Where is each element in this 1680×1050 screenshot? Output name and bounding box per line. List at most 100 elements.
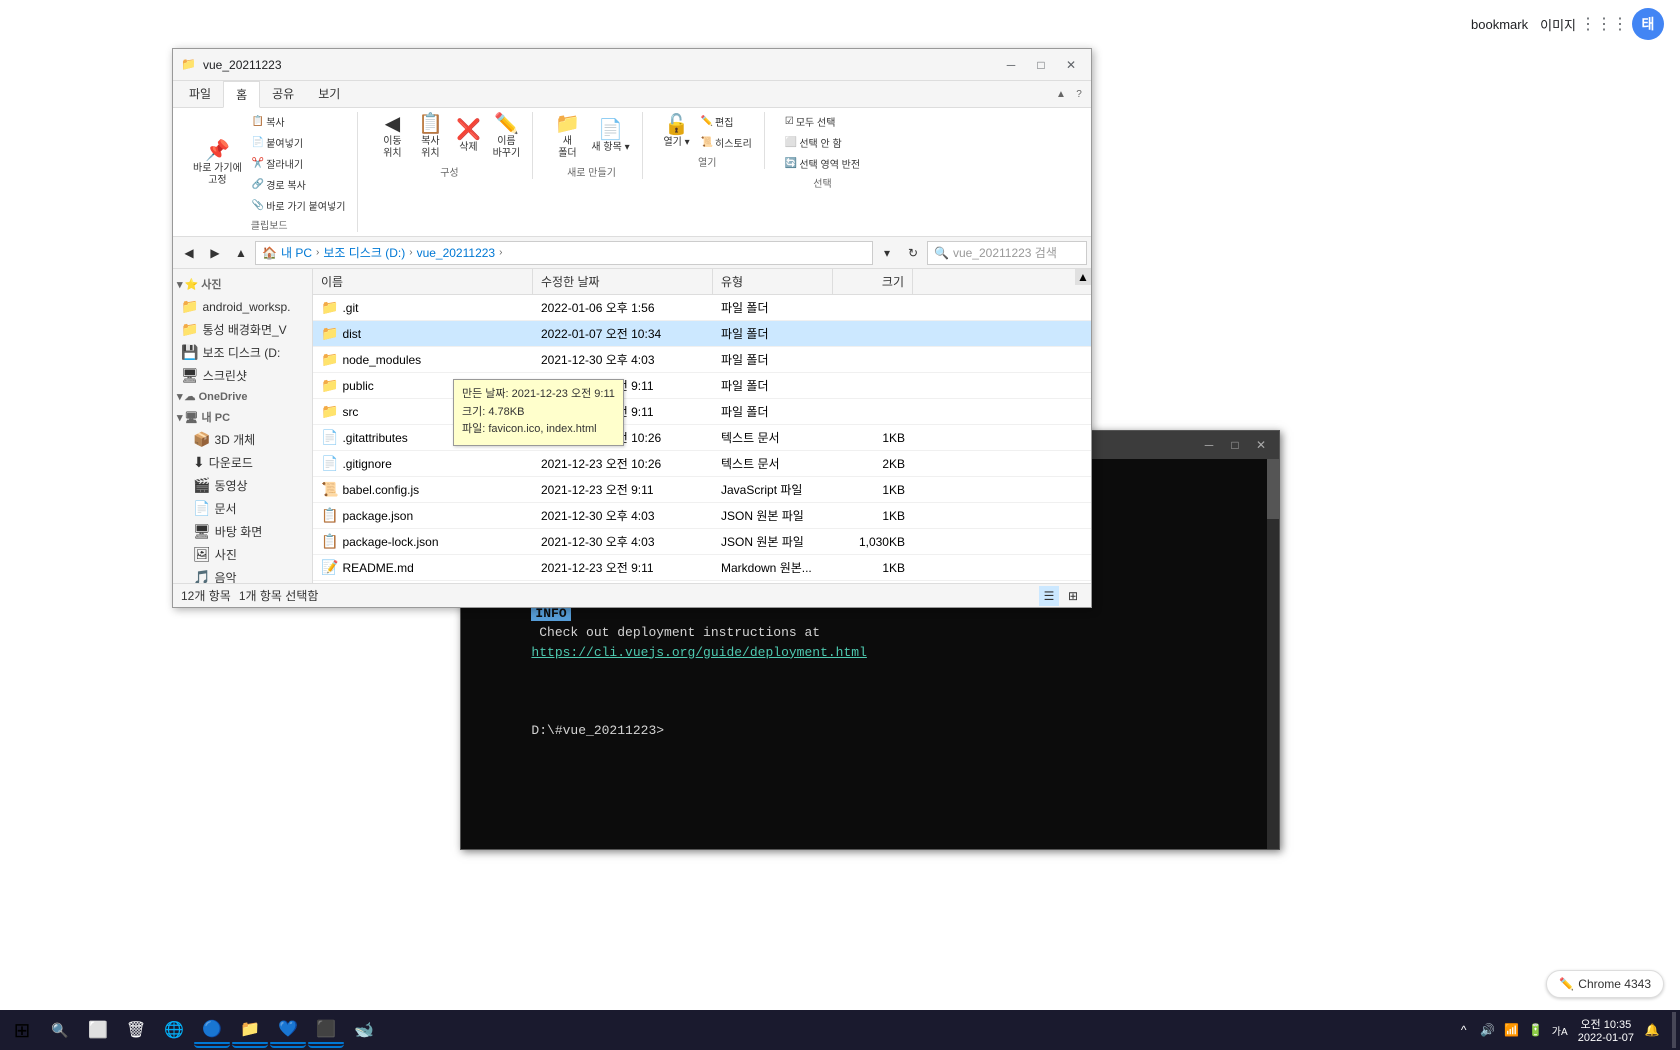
taskbar-notifications-icon[interactable]: 🔔 [1642, 1020, 1662, 1040]
file-row-git[interactable]: 📁 .git 2022-01-06 오후 1:56 파일 폴더 [313, 295, 1091, 321]
taskbar-taskview-button[interactable]: ⬜ [80, 1012, 116, 1048]
images-link[interactable]: 이미지 [1540, 15, 1576, 34]
sidebar-item-tongsungbg[interactable]: 📁 통성 배경화면_V [173, 318, 312, 341]
tray-battery-icon[interactable]: 🔋 [1526, 1020, 1546, 1040]
taskbar-docker-button[interactable]: 🐋 [346, 1012, 382, 1048]
fe-back-button[interactable]: ◀ [177, 241, 201, 265]
sidebar-item-videos[interactable]: 🎬 동영상 [173, 474, 312, 497]
col-header-size[interactable]: 크기 [833, 269, 913, 294]
file-row-gitignore[interactable]: 📄 .gitignore 2021-12-23 오전 10:26 텍스트 문서 … [313, 451, 1091, 477]
taskbar-vscode-button[interactable]: 💙 [270, 1012, 306, 1048]
col-header-name[interactable]: 이름 [313, 269, 533, 294]
terminal-maximize-button[interactable]: □ [1225, 435, 1245, 455]
terminal-scrollbar-thumb[interactable] [1267, 459, 1279, 519]
ribbon-btn-invertselect[interactable]: 🔄 선택 영역 반전 [781, 154, 864, 173]
taskbar-explorer-button[interactable]: 📁 [232, 1012, 268, 1048]
fe-maximize-button[interactable]: □ [1029, 53, 1053, 77]
fe-minimize-button[interactable]: ─ [999, 53, 1023, 77]
fe-ribbon-tab-file[interactable]: 파일 [177, 81, 223, 107]
sidebar-quickaccess-header[interactable]: ▾ ⭐ 사진 [173, 273, 312, 295]
taskbar-terminal-button[interactable]: ⬛ [308, 1012, 344, 1048]
terminal-close-button[interactable]: ✕ [1251, 435, 1271, 455]
tray-network-icon[interactable]: 📶 [1502, 1020, 1522, 1040]
sidebar-item-documents[interactable]: 📄 문서 [173, 497, 312, 520]
ribbon-btn-rename[interactable]: ✏️ 이름바꾸기 [488, 112, 524, 162]
taskbar-start-button[interactable]: ⊞ [4, 1012, 40, 1048]
sidebar-onedrive-header[interactable]: ▾ ☁ OneDrive [173, 387, 312, 406]
ribbon-btn-selectnone[interactable]: ⬜ 선택 안 함 [781, 133, 864, 152]
taskbar-search-button[interactable]: 🔍 [42, 1012, 78, 1048]
file-row-src[interactable]: 📁 src 2021-12-23 오전 9:11 파일 폴더 [313, 399, 1091, 425]
file-row-packagelockjson[interactable]: 📋 package-lock.json 2021-12-30 오후 4:03 J… [313, 529, 1091, 555]
sidebar-item-music[interactable]: 🎵 음악 [173, 566, 312, 583]
fe-up-button[interactable]: ▲ [229, 241, 253, 265]
file-row-readme[interactable]: 📝 README.md 2021-12-23 오전 9:11 Markdown … [313, 555, 1091, 581]
ribbon-btn-open[interactable]: 🔓 열기 ▾ [659, 113, 695, 151]
ribbon-btn-pasteshortcut[interactable]: 📎 바로 가기 붙여넣기 [248, 196, 350, 215]
taskbar-show-desktop-button[interactable] [1672, 1012, 1676, 1048]
file-row-gitattributes[interactable]: 📄 .gitattributes 2021-12-23 오전 10:26 텍스트… [313, 425, 1091, 451]
ribbon-btn-selectall[interactable]: ☑ 모두 선택 [781, 112, 864, 131]
ribbon-btn-copytoloc[interactable]: 📋 복사위치 [412, 112, 448, 162]
fe-view-details-button[interactable]: ☰ [1039, 586, 1059, 606]
sidebar-thispc-header[interactable]: ▾ 🖥 내 PC [173, 406, 312, 428]
ribbon-btn-copypath[interactable]: 🔗 경로 복사 [248, 175, 350, 194]
ribbon-btn-move[interactable]: ◀ 이동위치 [374, 112, 410, 162]
taskbar-recycle-button[interactable]: 🗑 [118, 1012, 154, 1048]
sidebar-item-auxdisk[interactable]: 💾 보조 디스크 (D: [173, 341, 312, 364]
newitem-icon: 📄 [598, 120, 623, 140]
ribbon-btn-delete[interactable]: ❌ 삭제 [450, 118, 486, 156]
sidebar-item-photos[interactable]: 🖼 사진 [173, 543, 312, 566]
tray-keyboard-icon[interactable]: 가A [1550, 1020, 1570, 1040]
fe-refresh-button[interactable]: ↻ [901, 241, 925, 265]
ribbon-btn-edit[interactable]: ✏️ 편집 [697, 112, 756, 131]
fe-path-folder[interactable]: vue_20211223 [417, 246, 496, 260]
file-row-nodemodules[interactable]: 📁 node_modules 2021-12-30 오후 4:03 파일 폴더 [313, 347, 1091, 373]
ribbon-btn-newitem[interactable]: 📄 새 항목 ▾ [587, 118, 633, 156]
col-header-type[interactable]: 유형 [713, 269, 833, 294]
file-row-public[interactable]: 📁 public 2021-12-23 오전 9:11 파일 폴더 [313, 373, 1091, 399]
taskbar-chrome-button[interactable]: 🔵 [194, 1012, 230, 1048]
fe-close-button[interactable]: ✕ [1059, 53, 1083, 77]
ribbon-btn-paste[interactable]: 📄 붙여넣기 [248, 133, 350, 152]
google-apps-button[interactable]: ⋮⋮⋮ [1588, 8, 1620, 40]
fe-path-bar[interactable]: 🏠 내 PC › 보조 디스크 (D:) › vue_20211223 › [255, 241, 873, 265]
fe-ribbon-tab-view[interactable]: 보기 [306, 81, 352, 107]
chrome-customize-button[interactable]: ✏️ Chrome 4343 [1546, 970, 1664, 998]
google-avatar[interactable]: 태 [1632, 8, 1664, 40]
tray-volume-icon[interactable]: 🔊 [1478, 1020, 1498, 1040]
fe-path-mypc[interactable]: 내 PC [281, 244, 312, 261]
sidebar-item-androidworksp[interactable]: 📁 android_worksp. [173, 295, 312, 318]
ribbon-btn-pin[interactable]: 📌 바로 가기에고정 [189, 139, 246, 189]
tray-chevron-button[interactable]: ^ [1454, 1020, 1474, 1040]
file-row-packagejson[interactable]: 📋 package.json 2021-12-30 오후 4:03 JSON 원… [313, 503, 1091, 529]
filelist-scroll-up[interactable]: ▲ [1075, 269, 1091, 285]
ribbon-btn-copy[interactable]: 📋 복사 [248, 112, 350, 131]
taskbar-edge-button[interactable]: 🌐 [156, 1012, 192, 1048]
ribbon-help-button[interactable]: ? [1071, 86, 1087, 102]
fe-forward-button[interactable]: ▶ [203, 241, 227, 265]
file-row-vueconfig[interactable]: 📜 vue.config.js 2022-01-04 오후 1:48 JavaS… [313, 581, 1091, 583]
fe-path-disk[interactable]: 보조 디스크 (D:) [323, 244, 405, 261]
terminal-scrollbar-track[interactable] [1267, 459, 1279, 849]
col-header-date[interactable]: 수정한 날짜 [533, 269, 713, 294]
gmail-link[interactable]: bookmark [1471, 17, 1528, 32]
ribbon-btn-history[interactable]: 📜 히스토리 [697, 133, 756, 152]
sidebar-item-screenshots[interactable]: 🖥 스크린샷 [173, 364, 312, 387]
sidebar-item-3dobjects[interactable]: 📦 3D 개체 [173, 428, 312, 451]
taskbar-clock[interactable]: 오전 10:35 2022-01-07 [1574, 1012, 1638, 1048]
terminal-minimize-button[interactable]: ─ [1199, 435, 1219, 455]
ribbon-collapse-button[interactable]: ▲ [1053, 86, 1069, 102]
fe-view-icons-button[interactable]: ⊞ [1063, 586, 1083, 606]
fe-ribbon-tab-share[interactable]: 공유 [260, 81, 306, 107]
sidebar-item-downloads[interactable]: ⬇ 다운로드 [173, 451, 312, 474]
file-row-dist[interactable]: 📁 dist 2022-01-07 오전 10:34 파일 폴더 [313, 321, 1091, 347]
ribbon-btn-cut[interactable]: ✂️ 잘라내기 [248, 154, 350, 173]
terminal-deploy-url[interactable]: https://cli.vuejs.org/guide/deployment.h… [531, 645, 866, 660]
file-row-babelconfig[interactable]: 📜 babel.config.js 2021-12-23 오전 9:11 Jav… [313, 477, 1091, 503]
fe-search-box[interactable]: 🔍 vue_20211223 검색 [927, 241, 1087, 265]
fe-ribbon-tab-home[interactable]: 홈 [223, 81, 260, 108]
sidebar-item-desktop[interactable]: 🖥 바탕 화면 [173, 520, 312, 543]
fe-path-dropdown-button[interactable]: ▾ [875, 241, 899, 265]
ribbon-btn-newfolder[interactable]: 📁 새폴더 [549, 112, 585, 162]
